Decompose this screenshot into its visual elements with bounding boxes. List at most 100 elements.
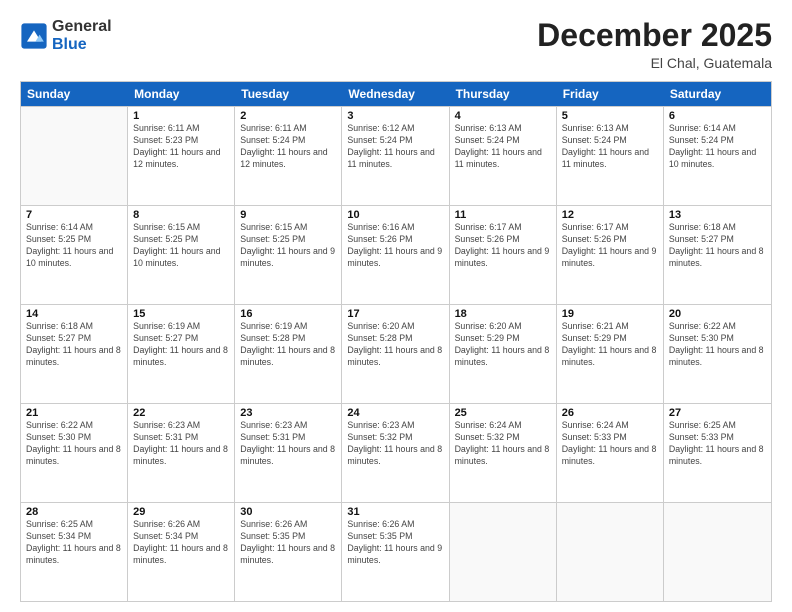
cell-day-number: 5 xyxy=(562,110,658,122)
calendar-cell: 2Sunrise: 6:11 AMSunset: 5:24 PMDaylight… xyxy=(235,107,342,205)
cell-day-number: 18 xyxy=(455,308,551,320)
cell-day-number: 13 xyxy=(669,209,766,221)
calendar-cell: 25Sunrise: 6:24 AMSunset: 5:32 PMDayligh… xyxy=(450,404,557,502)
calendar-week-row: 7Sunrise: 6:14 AMSunset: 5:25 PMDaylight… xyxy=(21,205,771,304)
cell-day-number: 30 xyxy=(240,506,336,518)
calendar-cell: 20Sunrise: 6:22 AMSunset: 5:30 PMDayligh… xyxy=(664,305,771,403)
cell-day-number: 24 xyxy=(347,407,443,419)
cell-day-number: 19 xyxy=(562,308,658,320)
cell-sun-info: Sunrise: 6:24 AMSunset: 5:32 PMDaylight:… xyxy=(455,420,551,468)
calendar-cell: 30Sunrise: 6:26 AMSunset: 5:35 PMDayligh… xyxy=(235,503,342,601)
cell-sun-info: Sunrise: 6:23 AMSunset: 5:31 PMDaylight:… xyxy=(133,420,229,468)
cell-sun-info: Sunrise: 6:11 AMSunset: 5:23 PMDaylight:… xyxy=(133,123,229,171)
logo-general: General xyxy=(52,18,112,36)
cell-day-number: 31 xyxy=(347,506,443,518)
cell-sun-info: Sunrise: 6:15 AMSunset: 5:25 PMDaylight:… xyxy=(133,222,229,270)
logo-icon xyxy=(20,22,48,50)
calendar-week-row: 28Sunrise: 6:25 AMSunset: 5:34 PMDayligh… xyxy=(21,502,771,601)
cell-day-number: 3 xyxy=(347,110,443,122)
calendar-cell: 12Sunrise: 6:17 AMSunset: 5:26 PMDayligh… xyxy=(557,206,664,304)
cell-sun-info: Sunrise: 6:22 AMSunset: 5:30 PMDaylight:… xyxy=(669,321,766,369)
cell-day-number: 6 xyxy=(669,110,766,122)
cell-day-number: 27 xyxy=(669,407,766,419)
cell-sun-info: Sunrise: 6:24 AMSunset: 5:33 PMDaylight:… xyxy=(562,420,658,468)
calendar: SundayMondayTuesdayWednesdayThursdayFrid… xyxy=(20,81,772,602)
cell-day-number: 10 xyxy=(347,209,443,221)
day-of-week-header: Sunday xyxy=(21,82,128,106)
cell-sun-info: Sunrise: 6:23 AMSunset: 5:32 PMDaylight:… xyxy=(347,420,443,468)
calendar-week-row: 1Sunrise: 6:11 AMSunset: 5:23 PMDaylight… xyxy=(21,106,771,205)
cell-day-number: 22 xyxy=(133,407,229,419)
day-of-week-header: Friday xyxy=(557,82,664,106)
calendar-cell: 4Sunrise: 6:13 AMSunset: 5:24 PMDaylight… xyxy=(450,107,557,205)
cell-day-number: 23 xyxy=(240,407,336,419)
calendar-cell: 29Sunrise: 6:26 AMSunset: 5:34 PMDayligh… xyxy=(128,503,235,601)
cell-sun-info: Sunrise: 6:26 AMSunset: 5:35 PMDaylight:… xyxy=(347,519,443,567)
calendar-cell: 23Sunrise: 6:23 AMSunset: 5:31 PMDayligh… xyxy=(235,404,342,502)
cell-day-number: 4 xyxy=(455,110,551,122)
calendar-cell: 26Sunrise: 6:24 AMSunset: 5:33 PMDayligh… xyxy=(557,404,664,502)
calendar-cell xyxy=(557,503,664,601)
cell-day-number: 20 xyxy=(669,308,766,320)
calendar-cell: 13Sunrise: 6:18 AMSunset: 5:27 PMDayligh… xyxy=(664,206,771,304)
cell-sun-info: Sunrise: 6:17 AMSunset: 5:26 PMDaylight:… xyxy=(455,222,551,270)
cell-sun-info: Sunrise: 6:20 AMSunset: 5:29 PMDaylight:… xyxy=(455,321,551,369)
cell-sun-info: Sunrise: 6:16 AMSunset: 5:26 PMDaylight:… xyxy=(347,222,443,270)
calendar-cell xyxy=(21,107,128,205)
cell-sun-info: Sunrise: 6:26 AMSunset: 5:34 PMDaylight:… xyxy=(133,519,229,567)
calendar-cell xyxy=(450,503,557,601)
day-of-week-header: Monday xyxy=(128,82,235,106)
cell-day-number: 8 xyxy=(133,209,229,221)
page: General Blue December 2025 El Chal, Guat… xyxy=(0,0,792,612)
cell-day-number: 7 xyxy=(26,209,122,221)
calendar-cell: 7Sunrise: 6:14 AMSunset: 5:25 PMDaylight… xyxy=(21,206,128,304)
calendar-cell: 16Sunrise: 6:19 AMSunset: 5:28 PMDayligh… xyxy=(235,305,342,403)
cell-day-number: 25 xyxy=(455,407,551,419)
cell-sun-info: Sunrise: 6:19 AMSunset: 5:27 PMDaylight:… xyxy=(133,321,229,369)
calendar-cell: 27Sunrise: 6:25 AMSunset: 5:33 PMDayligh… xyxy=(664,404,771,502)
cell-day-number: 1 xyxy=(133,110,229,122)
day-of-week-header: Saturday xyxy=(664,82,771,106)
cell-day-number: 9 xyxy=(240,209,336,221)
calendar-cell: 14Sunrise: 6:18 AMSunset: 5:27 PMDayligh… xyxy=(21,305,128,403)
calendar-cell: 17Sunrise: 6:20 AMSunset: 5:28 PMDayligh… xyxy=(342,305,449,403)
calendar-week-row: 21Sunrise: 6:22 AMSunset: 5:30 PMDayligh… xyxy=(21,403,771,502)
calendar-cell: 22Sunrise: 6:23 AMSunset: 5:31 PMDayligh… xyxy=(128,404,235,502)
cell-sun-info: Sunrise: 6:15 AMSunset: 5:25 PMDaylight:… xyxy=(240,222,336,270)
day-of-week-header: Tuesday xyxy=(235,82,342,106)
calendar-body: 1Sunrise: 6:11 AMSunset: 5:23 PMDaylight… xyxy=(21,106,771,601)
cell-sun-info: Sunrise: 6:14 AMSunset: 5:25 PMDaylight:… xyxy=(26,222,122,270)
cell-sun-info: Sunrise: 6:12 AMSunset: 5:24 PMDaylight:… xyxy=(347,123,443,171)
cell-sun-info: Sunrise: 6:17 AMSunset: 5:26 PMDaylight:… xyxy=(562,222,658,270)
cell-sun-info: Sunrise: 6:21 AMSunset: 5:29 PMDaylight:… xyxy=(562,321,658,369)
cell-day-number: 12 xyxy=(562,209,658,221)
calendar-cell: 18Sunrise: 6:20 AMSunset: 5:29 PMDayligh… xyxy=(450,305,557,403)
cell-day-number: 29 xyxy=(133,506,229,518)
cell-day-number: 11 xyxy=(455,209,551,221)
calendar-cell: 11Sunrise: 6:17 AMSunset: 5:26 PMDayligh… xyxy=(450,206,557,304)
day-of-week-header: Thursday xyxy=(450,82,557,106)
logo: General Blue xyxy=(20,18,112,54)
cell-sun-info: Sunrise: 6:18 AMSunset: 5:27 PMDaylight:… xyxy=(669,222,766,270)
cell-day-number: 15 xyxy=(133,308,229,320)
calendar-cell: 28Sunrise: 6:25 AMSunset: 5:34 PMDayligh… xyxy=(21,503,128,601)
calendar-cell: 19Sunrise: 6:21 AMSunset: 5:29 PMDayligh… xyxy=(557,305,664,403)
cell-day-number: 28 xyxy=(26,506,122,518)
month-year: December 2025 xyxy=(537,18,772,53)
calendar-cell: 24Sunrise: 6:23 AMSunset: 5:32 PMDayligh… xyxy=(342,404,449,502)
cell-sun-info: Sunrise: 6:11 AMSunset: 5:24 PMDaylight:… xyxy=(240,123,336,171)
calendar-header: SundayMondayTuesdayWednesdayThursdayFrid… xyxy=(21,82,771,106)
cell-sun-info: Sunrise: 6:22 AMSunset: 5:30 PMDaylight:… xyxy=(26,420,122,468)
location: El Chal, Guatemala xyxy=(537,55,772,71)
cell-sun-info: Sunrise: 6:26 AMSunset: 5:35 PMDaylight:… xyxy=(240,519,336,567)
logo-blue: Blue xyxy=(52,36,112,54)
cell-sun-info: Sunrise: 6:25 AMSunset: 5:33 PMDaylight:… xyxy=(669,420,766,468)
cell-day-number: 21 xyxy=(26,407,122,419)
cell-day-number: 2 xyxy=(240,110,336,122)
calendar-cell: 21Sunrise: 6:22 AMSunset: 5:30 PMDayligh… xyxy=(21,404,128,502)
calendar-cell: 8Sunrise: 6:15 AMSunset: 5:25 PMDaylight… xyxy=(128,206,235,304)
title-block: December 2025 El Chal, Guatemala xyxy=(537,18,772,71)
calendar-cell: 31Sunrise: 6:26 AMSunset: 5:35 PMDayligh… xyxy=(342,503,449,601)
cell-day-number: 14 xyxy=(26,308,122,320)
cell-sun-info: Sunrise: 6:13 AMSunset: 5:24 PMDaylight:… xyxy=(455,123,551,171)
